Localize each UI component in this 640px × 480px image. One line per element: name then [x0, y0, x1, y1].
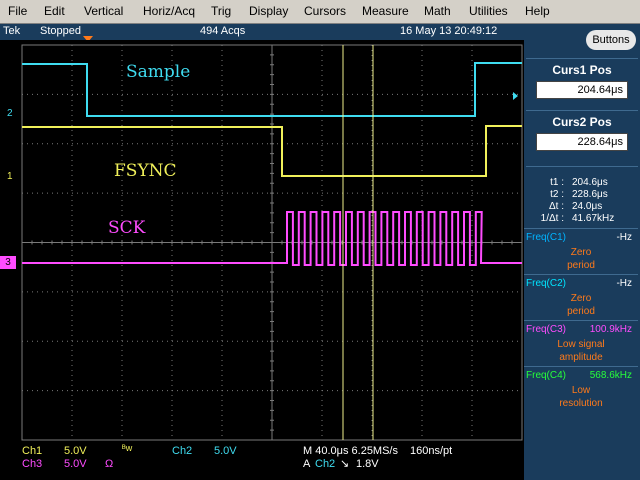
acquisition-state: Stopped [40, 25, 81, 37]
readout-value: 24.0μs [572, 201, 603, 212]
brand-label: Tek [3, 25, 21, 37]
cursor2-position-panel: Curs2 Pos 228.64μs [526, 110, 638, 155]
freq-c2-value: -Hz [616, 278, 632, 289]
freq-c4-value: 568.6kHz [589, 370, 632, 381]
ch1-scale[interactable]: 5.0V [64, 445, 87, 457]
readout-value: 204.6μs [572, 177, 608, 188]
freq-measurement-c1[interactable]: Freq(C1) -Hz Zero period [524, 228, 638, 277]
menu-display[interactable]: Display [249, 4, 288, 18]
menu-math[interactable]: Math [424, 4, 451, 18]
freq-c3-status2: amplitude [559, 352, 603, 363]
ch3-scale[interactable]: 5.0V [64, 458, 87, 470]
fsync-label: FSYNC [114, 161, 177, 181]
scope-graticule [21, 44, 523, 441]
menu-edit[interactable]: Edit [44, 4, 65, 18]
menu-horiz-acq[interactable]: Horiz/Acq [143, 4, 195, 18]
cursor2-title: Curs2 Pos [552, 115, 612, 129]
resolution-readout: 160ns/pt [410, 445, 453, 457]
ch1-marker[interactable]: 1 [7, 171, 13, 182]
control-panel: Buttons Curs1 Pos 204.64μs Curs2 Pos 228… [524, 24, 640, 480]
freq-c1-label: Freq(C1) [526, 232, 567, 243]
ch3-marker[interactable]: 3 [0, 256, 16, 269]
menu-measure[interactable]: Measure [362, 4, 409, 18]
cursor1-position-panel: Curs1 Pos 204.64μs [526, 58, 638, 103]
ch2-scale[interactable]: 5.0V [214, 445, 237, 457]
readout-label: 1/Δt : [540, 213, 564, 224]
ch2-level-arrow-icon [513, 92, 518, 100]
acquisition-count: 494 Acqs [200, 25, 246, 37]
freq-c2-status: Zero [570, 293, 592, 304]
ch1-label[interactable]: Ch1 [22, 445, 42, 457]
cursor2-position-field[interactable]: 228.64μs [536, 133, 628, 151]
menu-utilities[interactable]: Utilities [469, 4, 508, 18]
trigger-level[interactable]: 1.8V [356, 458, 379, 470]
freq-measurement-c4[interactable]: Freq(C4) 568.6kHz Low resolution [524, 366, 638, 415]
trigger-source[interactable]: Ch2 [315, 458, 335, 470]
freq-c3-label: Freq(C3) [526, 324, 567, 335]
menu-help[interactable]: Help [525, 4, 550, 18]
cursor1-title: Curs1 Pos [552, 63, 612, 77]
readout-label: t2 : [550, 189, 564, 200]
ch2-label[interactable]: Ch2 [172, 445, 192, 457]
freq-c4-label: Freq(C4) [526, 370, 567, 381]
freq-c1-value: -Hz [616, 232, 632, 243]
trigger-slope-icon: ↘ [340, 458, 350, 470]
freq-c2-label: Freq(C2) [526, 278, 567, 289]
date-time: 16 May 13 20:49:12 [400, 25, 498, 37]
ohm-icon: Ω [105, 458, 114, 470]
freq-c2-status2: period [567, 306, 595, 317]
status-bar: Tek Stopped 494 Acqs 16 May 13 20:49:12 [0, 24, 524, 42]
menu-bar: File Edit Vertical Horiz/Acq Trig Displa… [0, 0, 640, 24]
ch3-label[interactable]: Ch3 [22, 458, 42, 470]
bandwidth-limit-icon: ᴮw [122, 443, 133, 453]
freq-c3-status: Low signal [557, 339, 605, 350]
menu-vertical[interactable]: Vertical [84, 4, 123, 18]
menu-file[interactable]: File [8, 4, 27, 18]
channel-info-bar: Ch1 5.0V ᴮw Ch2 5.0V Ch3 5.0V Ω M 40.0μs… [0, 442, 524, 480]
freq-c3-value: 100.9kHz [589, 324, 632, 335]
freq-c1-status: Zero [570, 247, 592, 258]
cursor1-position-field[interactable]: 204.64μs [536, 81, 628, 99]
readout-label: t1 : [550, 177, 564, 188]
menu-cursors[interactable]: Cursors [304, 4, 346, 18]
freq-c4-status: Low [571, 385, 591, 396]
menu-trig[interactable]: Trig [211, 4, 231, 18]
cursor-readouts: t1 : 204.6μs t2 : 228.6μs Δt : 24.0μs 1/… [526, 166, 638, 227]
freq-measurement-c3[interactable]: Freq(C3) 100.9kHz Low signal amplitude [524, 320, 638, 369]
waveform-display[interactable]: Sample FSYNC SCK 2 1 3 [0, 40, 524, 442]
sck-label: SCK [108, 218, 146, 238]
timebase-readout[interactable]: M 40.0μs 6.25MS/s [303, 445, 398, 457]
sample-label: Sample [126, 62, 191, 82]
ch2-marker[interactable]: 2 [7, 108, 13, 119]
freq-c1-status2: period [567, 260, 595, 271]
readout-value: 41.67kHz [572, 213, 615, 224]
readout-value: 228.6μs [572, 189, 608, 200]
buttons-toggle-button[interactable]: Buttons [586, 30, 636, 50]
trigger-label[interactable]: A [303, 458, 310, 470]
freq-c4-status2: resolution [559, 398, 603, 409]
readout-label: Δt : [548, 201, 564, 212]
freq-measurement-c2[interactable]: Freq(C2) -Hz Zero period [524, 274, 638, 323]
